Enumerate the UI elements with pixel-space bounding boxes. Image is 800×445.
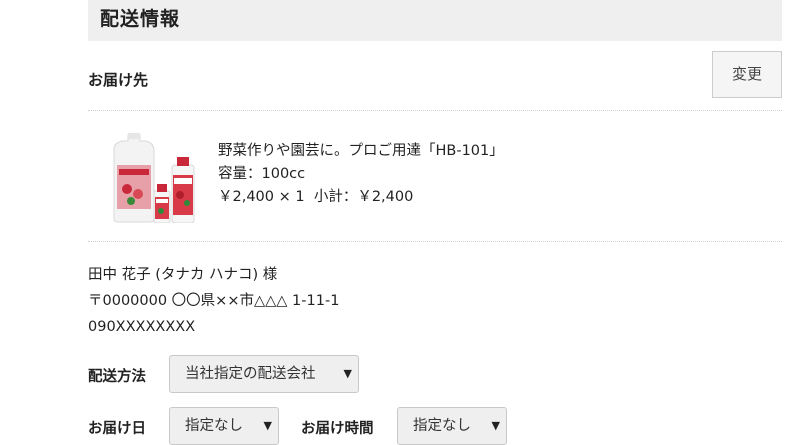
- product-image: [113, 133, 195, 223]
- shipping-method-value: 当社指定の配送会社: [185, 366, 316, 382]
- recipient-address: 〒0000000 〇〇県××市△△△ 1-11-1: [88, 293, 340, 309]
- product-capacity: 容量：100cc: [218, 166, 306, 182]
- delivery-date-value: 指定なし: [185, 418, 243, 434]
- section-title: 配送情報: [100, 8, 181, 30]
- shipping-method-select[interactable]: 当社指定の配送会社 ▼: [169, 355, 359, 393]
- delivery-date-label: お届け日: [88, 421, 146, 437]
- destination-row: お届け先 変更: [88, 41, 782, 111]
- destination-label: お届け先: [88, 71, 149, 89]
- chevron-down-icon: ▼: [263, 419, 272, 432]
- delivery-date-select[interactable]: 指定なし ▼: [169, 407, 279, 445]
- product-name: 野菜作りや園芸に。プロご用達「HB-101」: [218, 143, 504, 159]
- recipient-name: 田中 花子 (タナカ ハナコ) 様: [88, 267, 278, 283]
- section-header: 配送情報: [88, 0, 782, 41]
- shipping-method-label: 配送方法: [88, 369, 146, 385]
- address-block: 田中 花子 (タナカ ハナコ) 様 〒0000000 〇〇県××市△△△ 1-1…: [88, 262, 339, 340]
- chevron-down-icon: ▼: [491, 419, 500, 432]
- product-row: 野菜作りや園芸に。プロご用達「HB-101」 容量：100cc ￥2,400 ×…: [88, 111, 782, 242]
- product-price-line: ￥2,400 × 1 小計：￥2,400: [218, 189, 414, 205]
- product-info: 野菜作りや園芸に。プロご用達「HB-101」 容量：100cc ￥2,400 ×…: [218, 140, 504, 209]
- recipient-phone: 090XXXXXXXX: [88, 319, 196, 335]
- change-button[interactable]: 変更: [712, 51, 782, 98]
- delivery-time-label: お届け時間: [301, 421, 374, 437]
- delivery-time-select[interactable]: 指定なし ▼: [397, 407, 507, 445]
- delivery-time-value: 指定なし: [413, 418, 471, 434]
- chevron-down-icon: ▼: [343, 367, 352, 380]
